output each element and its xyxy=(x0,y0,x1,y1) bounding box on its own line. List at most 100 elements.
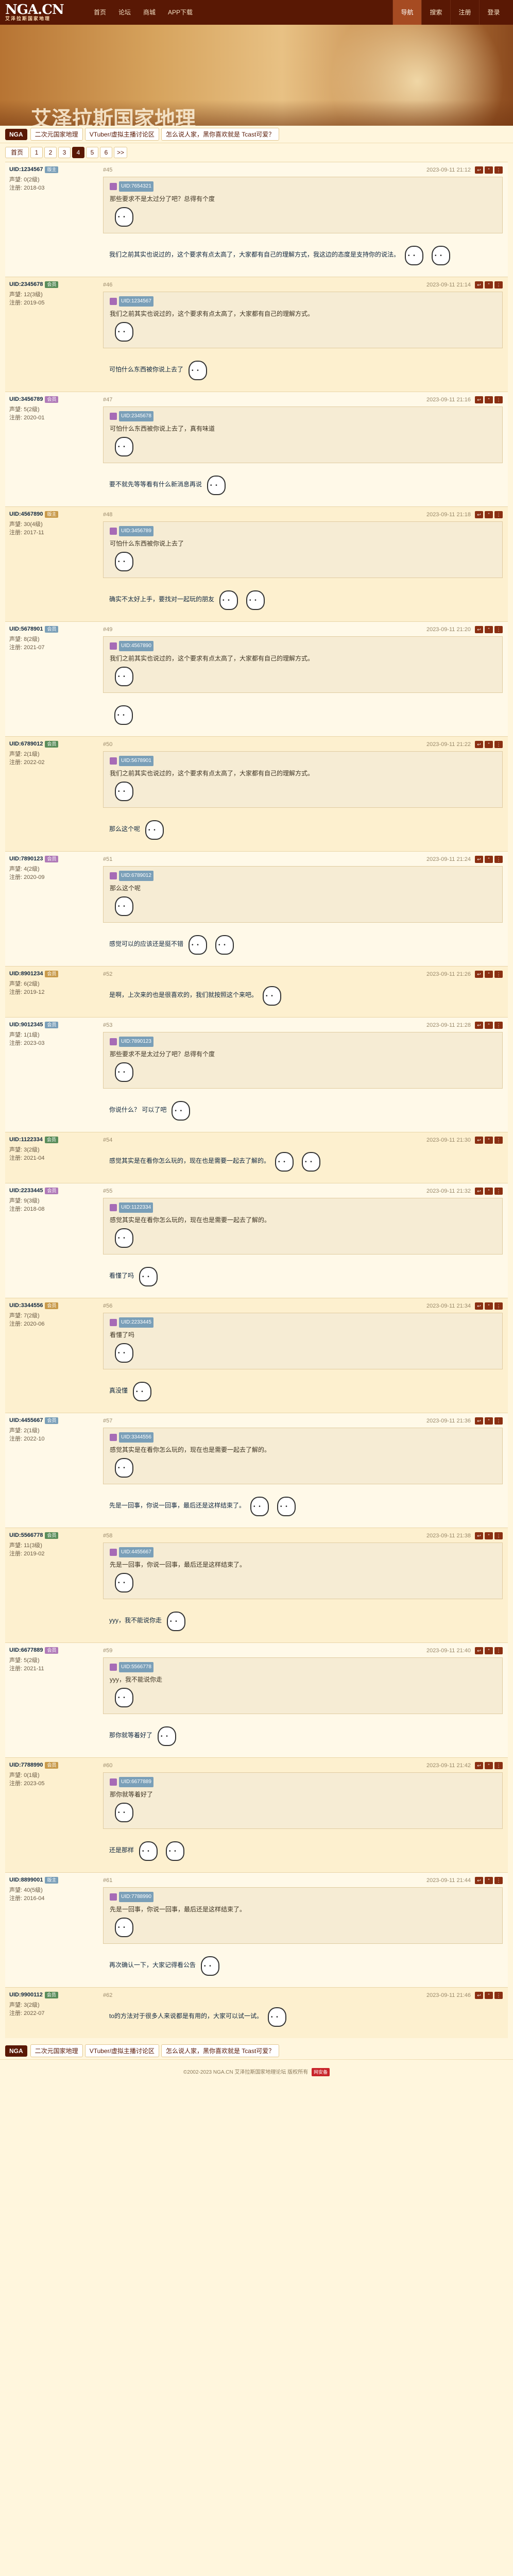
tab-guide[interactable]: 导航 xyxy=(392,0,421,25)
more-icon[interactable]: ⋮ xyxy=(494,396,503,403)
more-icon[interactable]: ⋮ xyxy=(494,281,503,289)
nav-home[interactable]: 首页 xyxy=(88,0,112,25)
breadcrumb-item[interactable]: VTuber/虚拟主播讨论区 xyxy=(84,2044,159,2057)
reply-icon[interactable]: ↩ xyxy=(475,856,483,863)
pager-page[interactable]: 2 xyxy=(44,147,57,158)
quote-icon[interactable]: “ xyxy=(485,1022,493,1029)
quote-author[interactable]: UID:1234567 xyxy=(119,296,153,307)
quote-icon[interactable]: “ xyxy=(485,856,493,863)
quote-icon[interactable]: “ xyxy=(485,1647,493,1654)
author-name[interactable]: UID:9900112 xyxy=(9,1991,43,1999)
nav-app[interactable]: APP下载 xyxy=(162,0,199,25)
more-icon[interactable]: ⋮ xyxy=(494,1417,503,1425)
author-name[interactable]: UID:9012345 xyxy=(9,1021,43,1029)
quote-author[interactable]: UID:7788990 xyxy=(119,1892,153,1902)
quote-author[interactable]: UID:2345678 xyxy=(119,411,153,421)
more-icon[interactable]: ⋮ xyxy=(494,1302,503,1310)
more-icon[interactable]: ⋮ xyxy=(494,626,503,633)
quote-author[interactable]: UID:7890123 xyxy=(119,1037,153,1047)
more-icon[interactable]: ⋮ xyxy=(494,511,503,518)
quote-icon[interactable]: “ xyxy=(485,1877,493,1884)
post-floor[interactable]: #51 xyxy=(103,856,112,862)
quote-icon[interactable]: “ xyxy=(485,281,493,289)
quote-author[interactable]: UID:3456789 xyxy=(119,526,153,536)
post-floor[interactable]: #50 xyxy=(103,741,112,748)
post-floor[interactable]: #57 xyxy=(103,1418,112,1424)
quote-author[interactable]: UID:5566778 xyxy=(119,1662,153,1672)
reply-icon[interactable]: ↩ xyxy=(475,1647,483,1654)
author-name[interactable]: UID:4455667 xyxy=(9,1416,43,1425)
more-icon[interactable]: ⋮ xyxy=(494,1647,503,1654)
breadcrumb-item[interactable]: 二次元国家地理 xyxy=(30,128,83,141)
post-floor[interactable]: #55 xyxy=(103,1188,112,1194)
post-floor[interactable]: #52 xyxy=(103,971,112,977)
quote-icon[interactable]: “ xyxy=(485,1188,493,1195)
post-floor[interactable]: #60 xyxy=(103,1762,112,1769)
post-floor[interactable]: #46 xyxy=(103,282,112,288)
quote-icon[interactable]: “ xyxy=(485,1137,493,1144)
author-name[interactable]: UID:4567890 xyxy=(9,510,43,518)
reply-icon[interactable]: ↩ xyxy=(475,1302,483,1310)
reply-icon[interactable]: ↩ xyxy=(475,1762,483,1769)
tab-search[interactable]: 搜索 xyxy=(421,0,450,25)
pager-page[interactable]: 3 xyxy=(58,147,71,158)
breadcrumb-item[interactable]: VTuber/虚拟主播讨论区 xyxy=(84,128,159,141)
quote-icon[interactable]: “ xyxy=(485,1302,493,1310)
quote-icon[interactable]: “ xyxy=(485,741,493,748)
quote-icon[interactable]: “ xyxy=(485,1992,493,1999)
post-floor[interactable]: #61 xyxy=(103,1877,112,1884)
post-floor[interactable]: #56 xyxy=(103,1303,112,1309)
reply-icon[interactable]: ↩ xyxy=(475,281,483,289)
quote-icon[interactable]: “ xyxy=(485,166,493,174)
more-icon[interactable]: ⋮ xyxy=(494,1137,503,1144)
reply-icon[interactable]: ↩ xyxy=(475,1417,483,1425)
quote-icon[interactable]: “ xyxy=(485,1762,493,1769)
more-icon[interactable]: ⋮ xyxy=(494,856,503,863)
quote-author[interactable]: UID:3344556 xyxy=(119,1432,153,1443)
author-name[interactable]: UID:3456789 xyxy=(9,395,43,403)
author-name[interactable]: UID:5566778 xyxy=(9,1531,43,1539)
quote-icon[interactable]: “ xyxy=(485,1532,493,1539)
quote-icon[interactable]: “ xyxy=(485,511,493,518)
reply-icon[interactable]: ↩ xyxy=(475,741,483,748)
tab-login[interactable]: 登录 xyxy=(479,0,508,25)
post-floor[interactable]: #62 xyxy=(103,1992,112,1998)
reply-icon[interactable]: ↩ xyxy=(475,1137,483,1144)
author-name[interactable]: UID:2345678 xyxy=(9,280,43,289)
author-name[interactable]: UID:6677889 xyxy=(9,1646,43,1654)
more-icon[interactable]: ⋮ xyxy=(494,1877,503,1884)
quote-author[interactable]: UID:4567890 xyxy=(119,641,153,651)
more-icon[interactable]: ⋮ xyxy=(494,1022,503,1029)
more-icon[interactable]: ⋮ xyxy=(494,741,503,748)
more-icon[interactable]: ⋮ xyxy=(494,1532,503,1539)
quote-author[interactable]: UID:2233445 xyxy=(119,1317,153,1328)
pager-first[interactable]: 首页 xyxy=(5,147,29,158)
reply-icon[interactable]: ↩ xyxy=(475,626,483,633)
quote-icon[interactable]: “ xyxy=(485,1417,493,1425)
breadcrumb-item[interactable]: 怎么说人家，黑你喜欢就是 Tcast可爱？ xyxy=(161,2044,280,2057)
site-logo[interactable]: NGA.CN 艾泽拉斯国家地理 xyxy=(5,2,82,23)
more-icon[interactable]: ⋮ xyxy=(494,1762,503,1769)
quote-author[interactable]: UID:4455667 xyxy=(119,1547,153,1557)
pager-current[interactable]: 4 xyxy=(72,147,85,158)
reply-icon[interactable]: ↩ xyxy=(475,1877,483,1884)
reply-icon[interactable]: ↩ xyxy=(475,396,483,403)
pager-page[interactable]: 6 xyxy=(100,147,113,158)
quote-icon[interactable]: “ xyxy=(485,971,493,978)
author-name[interactable]: UID:2233445 xyxy=(9,1187,43,1195)
author-name[interactable]: UID:3344556 xyxy=(9,1301,43,1310)
post-floor[interactable]: #47 xyxy=(103,397,112,403)
breadcrumb-item[interactable]: 怎么说人家，黑你喜欢就是 Tcast可爱？ xyxy=(161,128,280,141)
quote-author[interactable]: UID:6789012 xyxy=(119,871,153,881)
author-name[interactable]: UID:1234567 xyxy=(9,165,43,174)
author-name[interactable]: UID:5678901 xyxy=(9,625,43,633)
reply-icon[interactable]: ↩ xyxy=(475,1992,483,1999)
nav-shop[interactable]: 商城 xyxy=(137,0,162,25)
post-floor[interactable]: #58 xyxy=(103,1533,112,1539)
reply-icon[interactable]: ↩ xyxy=(475,971,483,978)
pager-next[interactable]: >> xyxy=(114,147,128,158)
more-icon[interactable]: ⋮ xyxy=(494,971,503,978)
quote-icon[interactable]: “ xyxy=(485,626,493,633)
author-name[interactable]: UID:7788990 xyxy=(9,1761,43,1769)
tab-register[interactable]: 注册 xyxy=(450,0,479,25)
